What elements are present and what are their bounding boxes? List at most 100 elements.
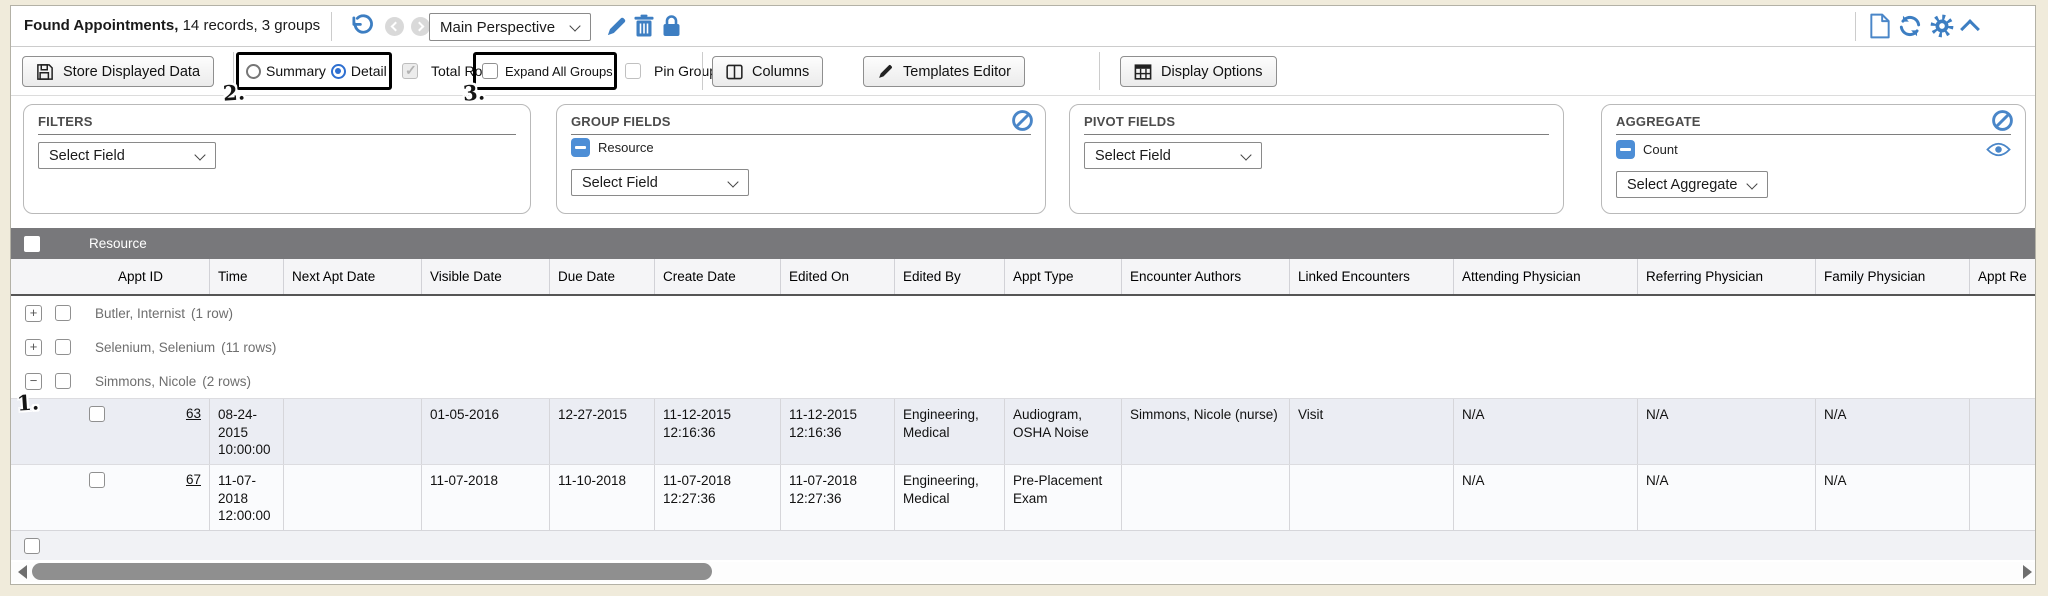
- collapse-group-icon[interactable]: −: [25, 373, 42, 390]
- aggregate-panel: AGGREGATE Count Select Aggregate: [1601, 104, 2026, 214]
- group-checkbox[interactable]: [55, 373, 71, 389]
- column-header[interactable]: Referring Physician: [1638, 259, 1816, 294]
- column-header[interactable]: Due Date: [550, 259, 655, 294]
- group-label: Simmons, Nicole: [95, 374, 196, 389]
- column-header[interactable]: Visible Date: [422, 259, 550, 294]
- total-row-checkbox[interactable]: [402, 63, 418, 79]
- remove-group-field-minus-icon[interactable]: [571, 138, 590, 157]
- display-options-button[interactable]: Display Options: [1120, 56, 1277, 87]
- scrollbar-thumb[interactable]: [32, 563, 712, 580]
- table-cell: N/A: [1454, 399, 1638, 464]
- aggregate-select-value: Select Aggregate: [1627, 177, 1737, 193]
- column-header[interactable]: Next Apt Date: [284, 259, 422, 294]
- expand-group-icon[interactable]: +: [25, 339, 42, 356]
- pivot-fields-select[interactable]: Select Field: [1084, 142, 1262, 169]
- clear-aggregate-ban-icon[interactable]: [1991, 109, 2014, 132]
- column-header[interactable]: Edited On: [781, 259, 895, 294]
- chevron-down-icon: [727, 176, 738, 187]
- column-header[interactable]: Edited By: [895, 259, 1005, 294]
- column-header[interactable]: Linked Encounters: [1290, 259, 1454, 294]
- store-displayed-data-label: Store Displayed Data: [63, 64, 200, 80]
- pivot-fields-select-value: Select Field: [1095, 148, 1171, 164]
- horizontal-scrollbar: [11, 562, 2036, 582]
- aggregate-select[interactable]: Select Aggregate: [1616, 171, 1768, 198]
- table-cell: N/A: [1638, 399, 1816, 464]
- detail-radio[interactable]: [331, 64, 346, 79]
- table-cell: N/A: [1454, 465, 1638, 530]
- column-header[interactable]: Appt ID: [11, 259, 210, 294]
- column-header[interactable]: Appt Type: [1005, 259, 1122, 294]
- row-checkbox[interactable]: [89, 472, 105, 488]
- group-row-count: (1 row): [191, 306, 233, 321]
- group-band: Resource: [11, 228, 2036, 259]
- scroll-right-arrow[interactable]: [2023, 565, 2032, 579]
- collapse-chevron-up-icon[interactable]: [1960, 19, 1980, 39]
- store-displayed-data-button[interactable]: Store Displayed Data: [22, 56, 214, 87]
- chevron-down-icon: [1240, 149, 1251, 160]
- column-header[interactable]: Time: [210, 259, 284, 294]
- perspective-select[interactable]: Main Perspective: [429, 13, 591, 41]
- page-title: Found Appointments, 14 records, 3 groups: [24, 17, 320, 34]
- group-band-label: Resource: [89, 236, 147, 251]
- appointments-table: Resource Appt IDTimeNext Apt DateVisible…: [11, 228, 2036, 560]
- save-floppy-icon: [36, 63, 54, 81]
- scroll-left-arrow[interactable]: [18, 565, 27, 579]
- table-cell: Engineering, Medical: [895, 399, 1005, 464]
- new-document-icon[interactable]: [1869, 13, 1891, 39]
- remove-aggregate-minus-icon[interactable]: [1616, 140, 1635, 159]
- row-checkbox[interactable]: [89, 406, 105, 422]
- table-cell: N/A: [1816, 399, 1970, 464]
- expand-group-icon[interactable]: +: [25, 305, 42, 322]
- detail-radio-label: Detail: [351, 63, 387, 79]
- group-checkbox[interactable]: [55, 339, 71, 355]
- chevron-down-icon: [569, 20, 580, 31]
- chevron-right-glyph: [414, 21, 424, 31]
- chevron-right-icon[interactable]: [411, 17, 430, 36]
- found-appointments-page: Found Appointments, 14 records, 3 groups…: [0, 0, 2048, 596]
- field-panels-row: FILTERS Select Field GROUP FIELDS Resour…: [11, 96, 2035, 224]
- pin-groups-checkbox[interactable]: [625, 63, 641, 79]
- delete-perspective-trash-icon[interactable]: [633, 14, 655, 38]
- table-cell: Pre-Placement Exam: [1005, 465, 1122, 530]
- header-row: Found Appointments, 14 records, 3 groups…: [11, 6, 2035, 47]
- table-row: 6711-07-2018 12:00:0011-07-201811-10-201…: [11, 464, 2036, 530]
- chevron-down-icon: [1746, 178, 1757, 189]
- group-row: +Butler, Internist(1 row): [11, 296, 2036, 330]
- appt-id-link[interactable]: 67: [186, 472, 201, 487]
- group-field-chip: Resource: [571, 138, 654, 157]
- group-checkbox[interactable]: [55, 305, 71, 321]
- annotation-box-expand-all: Expand All Groups: [473, 52, 617, 90]
- column-header[interactable]: Appt Re: [1970, 259, 2036, 294]
- pivot-fields-label: PIVOT FIELDS: [1084, 114, 1549, 135]
- aggregate-chip-label: Count: [1643, 142, 1678, 157]
- clear-group-fields-ban-icon[interactable]: [1011, 109, 1034, 132]
- templates-editor-button[interactable]: Templates Editor: [863, 56, 1025, 87]
- pivot-fields-panel: PIVOT FIELDS Select Field: [1069, 104, 1564, 214]
- footer-checkbox[interactable]: [24, 538, 40, 554]
- column-header[interactable]: Create Date: [655, 259, 781, 294]
- refresh-icon[interactable]: [1897, 13, 1923, 39]
- table-cell: [284, 465, 422, 530]
- table-body: +Butler, Internist(1 row)+Selenium, Sele…: [11, 296, 2036, 530]
- filters-label: FILTERS: [38, 114, 516, 135]
- columns-icon: [726, 64, 743, 80]
- appt-id-link[interactable]: 63: [186, 406, 201, 421]
- expand-all-groups-checkbox[interactable]: [482, 63, 498, 79]
- display-options-label: Display Options: [1161, 64, 1263, 80]
- lock-icon[interactable]: [661, 14, 682, 38]
- edit-perspective-pencil-icon[interactable]: [605, 15, 628, 38]
- visibility-eye-icon[interactable]: [1986, 141, 2011, 158]
- row-select-cell: 67: [11, 465, 210, 530]
- column-header[interactable]: Attending Physician: [1454, 259, 1638, 294]
- columns-button[interactable]: Columns: [712, 56, 823, 87]
- group-fields-select[interactable]: Select Field: [571, 169, 749, 196]
- chevron-left-icon[interactable]: [385, 17, 404, 36]
- annotation-box-summary-detail: Summary Detail: [236, 52, 392, 90]
- select-all-checkbox[interactable]: [24, 236, 40, 252]
- column-header[interactable]: Family Physician: [1816, 259, 1970, 294]
- summary-radio[interactable]: [246, 64, 261, 79]
- gear-icon[interactable]: [1929, 13, 1955, 39]
- filters-field-select[interactable]: Select Field: [38, 142, 216, 169]
- undo-icon[interactable]: [349, 13, 375, 39]
- column-header[interactable]: Encounter Authors: [1122, 259, 1290, 294]
